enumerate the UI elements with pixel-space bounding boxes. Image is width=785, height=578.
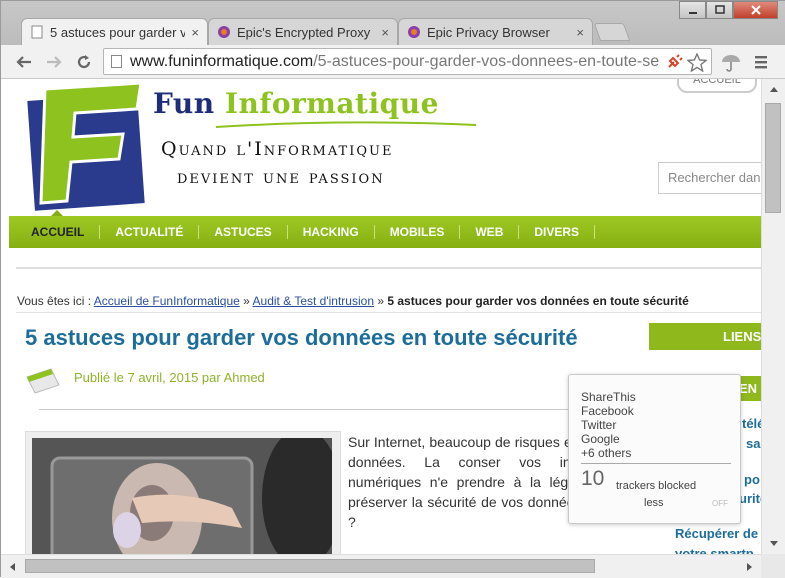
tracker-item: Facebook <box>581 404 634 418</box>
browser-toolbar: www.funinformatique.com/5-astuces-pour-g… <box>1 45 785 79</box>
tab-epic-privacy[interactable]: Epic Privacy Browser × <box>398 18 593 45</box>
scroll-down-icon[interactable] <box>769 540 779 548</box>
minimize-button[interactable] <box>679 1 706 19</box>
forward-button[interactable] <box>43 51 65 73</box>
calendar-icon <box>26 368 60 394</box>
tab-close-icon[interactable]: × <box>191 25 199 40</box>
sidebar-link[interactable]: votre smartp <box>675 546 754 554</box>
umbrella-icon[interactable] <box>720 52 742 72</box>
main-menu: ACCUEIL ACTUALITÉ ASTUCES HACKING MOBILE… <box>9 216 761 248</box>
page-icon <box>111 55 122 68</box>
site-title-second: Informatique <box>224 87 439 120</box>
divider <box>16 267 761 269</box>
tracker-item: Google <box>581 432 620 446</box>
tracker-item: ShareThis <box>581 390 636 404</box>
back-arrow-icon <box>16 56 31 68</box>
menu-icon[interactable] <box>753 54 769 70</box>
post-title[interactable]: 5 astuces pour garder vos données en tou… <box>25 325 578 351</box>
trackers-blocked-label: trackers blocked <box>616 480 697 492</box>
reload-button[interactable] <box>73 51 95 73</box>
less-toggle-link[interactable]: less <box>644 496 664 510</box>
menu-item-actualite[interactable]: ACTUALITÉ <box>100 225 200 239</box>
site-tagline: Quand l'Informatique devient une passion <box>161 135 393 191</box>
maximize-icon <box>714 5 725 14</box>
breadcrumb-prefix: Vous êtes ici : <box>17 294 92 308</box>
scroll-up-icon[interactable] <box>769 85 779 93</box>
sidebar-link[interactable]: urité <box>739 491 761 506</box>
window-close-button[interactable] <box>733 1 778 19</box>
menu-item-web[interactable]: WEB <box>460 225 520 239</box>
logo-f-icon <box>39 81 143 205</box>
tracker-popup: ShareThis Facebook Twitter Google +6 oth… <box>568 374 741 524</box>
horizontal-scrollbar[interactable] <box>1 554 761 578</box>
bookmark-star-icon[interactable] <box>687 53 707 72</box>
epic-logo-icon <box>408 26 420 38</box>
epic-logo-icon <box>218 26 230 38</box>
breadcrumb-separator: » <box>377 294 385 308</box>
tab-encrypted-proxy[interactable]: Epic's Encrypted Proxy × <box>208 18 398 45</box>
page-icon <box>31 25 43 39</box>
header-accueil-button[interactable]: ACCUEIL <box>677 79 757 93</box>
scrollbar-corner <box>761 554 785 578</box>
breadcrumb-current: 5 astuces pour garder vos données en tou… <box>387 294 689 308</box>
page-viewport: ACCUEIL Fun Informatique Quand l'Informa… <box>1 79 761 554</box>
menu-item-hacking[interactable]: HACKING <box>288 225 375 239</box>
tracker-item: Twitter <box>581 418 617 432</box>
menu-item-divers[interactable]: DIVERS <box>519 225 596 239</box>
menu-item-astuces[interactable]: ASTUCES <box>199 225 288 239</box>
sidebar-link[interactable]: télé <box>742 416 761 431</box>
breadcrumb-separator: » <box>243 294 250 308</box>
tab-label: 5 astuces pour garder vos <box>50 24 186 40</box>
tab-label: Epic Privacy Browser <box>427 24 550 40</box>
laptop-photo-illustration <box>32 438 332 554</box>
horizontal-scroll-thumb[interactable] <box>25 559 595 573</box>
post-meta: Publié le 7 avril, 2015 par Ahmed <box>74 370 265 385</box>
title-bar: 5 astuces pour garder vos × Epic's Encry… <box>1 1 785 45</box>
sidebar-link[interactable]: sa <box>746 436 760 451</box>
popup-divider <box>581 463 731 464</box>
proxy-plug-icon[interactable] <box>666 54 684 70</box>
forward-arrow-icon <box>47 56 62 68</box>
off-toggle[interactable]: OFF <box>712 497 728 511</box>
site-title[interactable]: Fun Informatique <box>153 87 439 120</box>
browser-window: 5 astuces pour garder vos × Epic's Encry… <box>0 0 785 578</box>
tagline-line1: Quand l'Informatique <box>161 138 394 160</box>
tab-label: Epic's Encrypted Proxy <box>237 24 371 40</box>
menu-item-accueil[interactable]: ACCUEIL <box>9 225 101 239</box>
breadcrumb-home-link[interactable]: Accueil de FunInformatique <box>94 294 240 308</box>
tagline-line2: devient une passion <box>177 166 385 188</box>
scroll-right-icon[interactable] <box>746 562 754 572</box>
divider <box>16 312 761 313</box>
tab-close-icon[interactable]: × <box>576 25 584 40</box>
tab-close-icon[interactable]: × <box>381 25 389 40</box>
sidebar-liens-banner: LIENS <box>649 323 761 350</box>
tab-funinformatique[interactable]: 5 astuces pour garder vos × <box>21 18 208 45</box>
minimize-icon <box>688 12 697 14</box>
tracker-item: +6 others <box>581 446 632 460</box>
reload-icon <box>77 55 91 69</box>
tracker-count: 10 <box>581 467 605 490</box>
post-photo <box>32 438 332 554</box>
new-tab-button[interactable] <box>593 23 631 41</box>
breadcrumb: Vous êtes ici : Accueil de FunInformatiq… <box>17 294 689 308</box>
post-image[interactable] <box>25 431 341 554</box>
site-title-first: Fun <box>153 87 215 120</box>
back-button[interactable] <box>13 51 35 73</box>
scroll-left-icon[interactable] <box>8 562 16 572</box>
url-host: www.funinformatique.com <box>130 53 314 70</box>
divider <box>39 409 579 410</box>
vertical-scrollbar[interactable] <box>761 79 785 554</box>
search-input[interactable]: Rechercher dans <box>658 162 761 194</box>
address-bar[interactable]: www.funinformatique.com/5-astuces-pour-g… <box>103 48 712 75</box>
sidebar-link[interactable]: po <box>744 472 760 487</box>
close-icon <box>750 5 761 15</box>
title-swoosh <box>216 121 476 128</box>
sidebar-link[interactable]: Récupérer de <box>675 526 758 541</box>
url-path: /5-astuces-pour-garder-vos-donnees-en-to… <box>313 53 660 70</box>
vertical-scroll-thumb[interactable] <box>765 103 781 213</box>
menu-item-mobiles[interactable]: MOBILES <box>375 225 461 239</box>
maximize-button[interactable] <box>706 1 733 19</box>
breadcrumb-category-link[interactable]: Audit & Test d'intrusion <box>253 294 374 308</box>
